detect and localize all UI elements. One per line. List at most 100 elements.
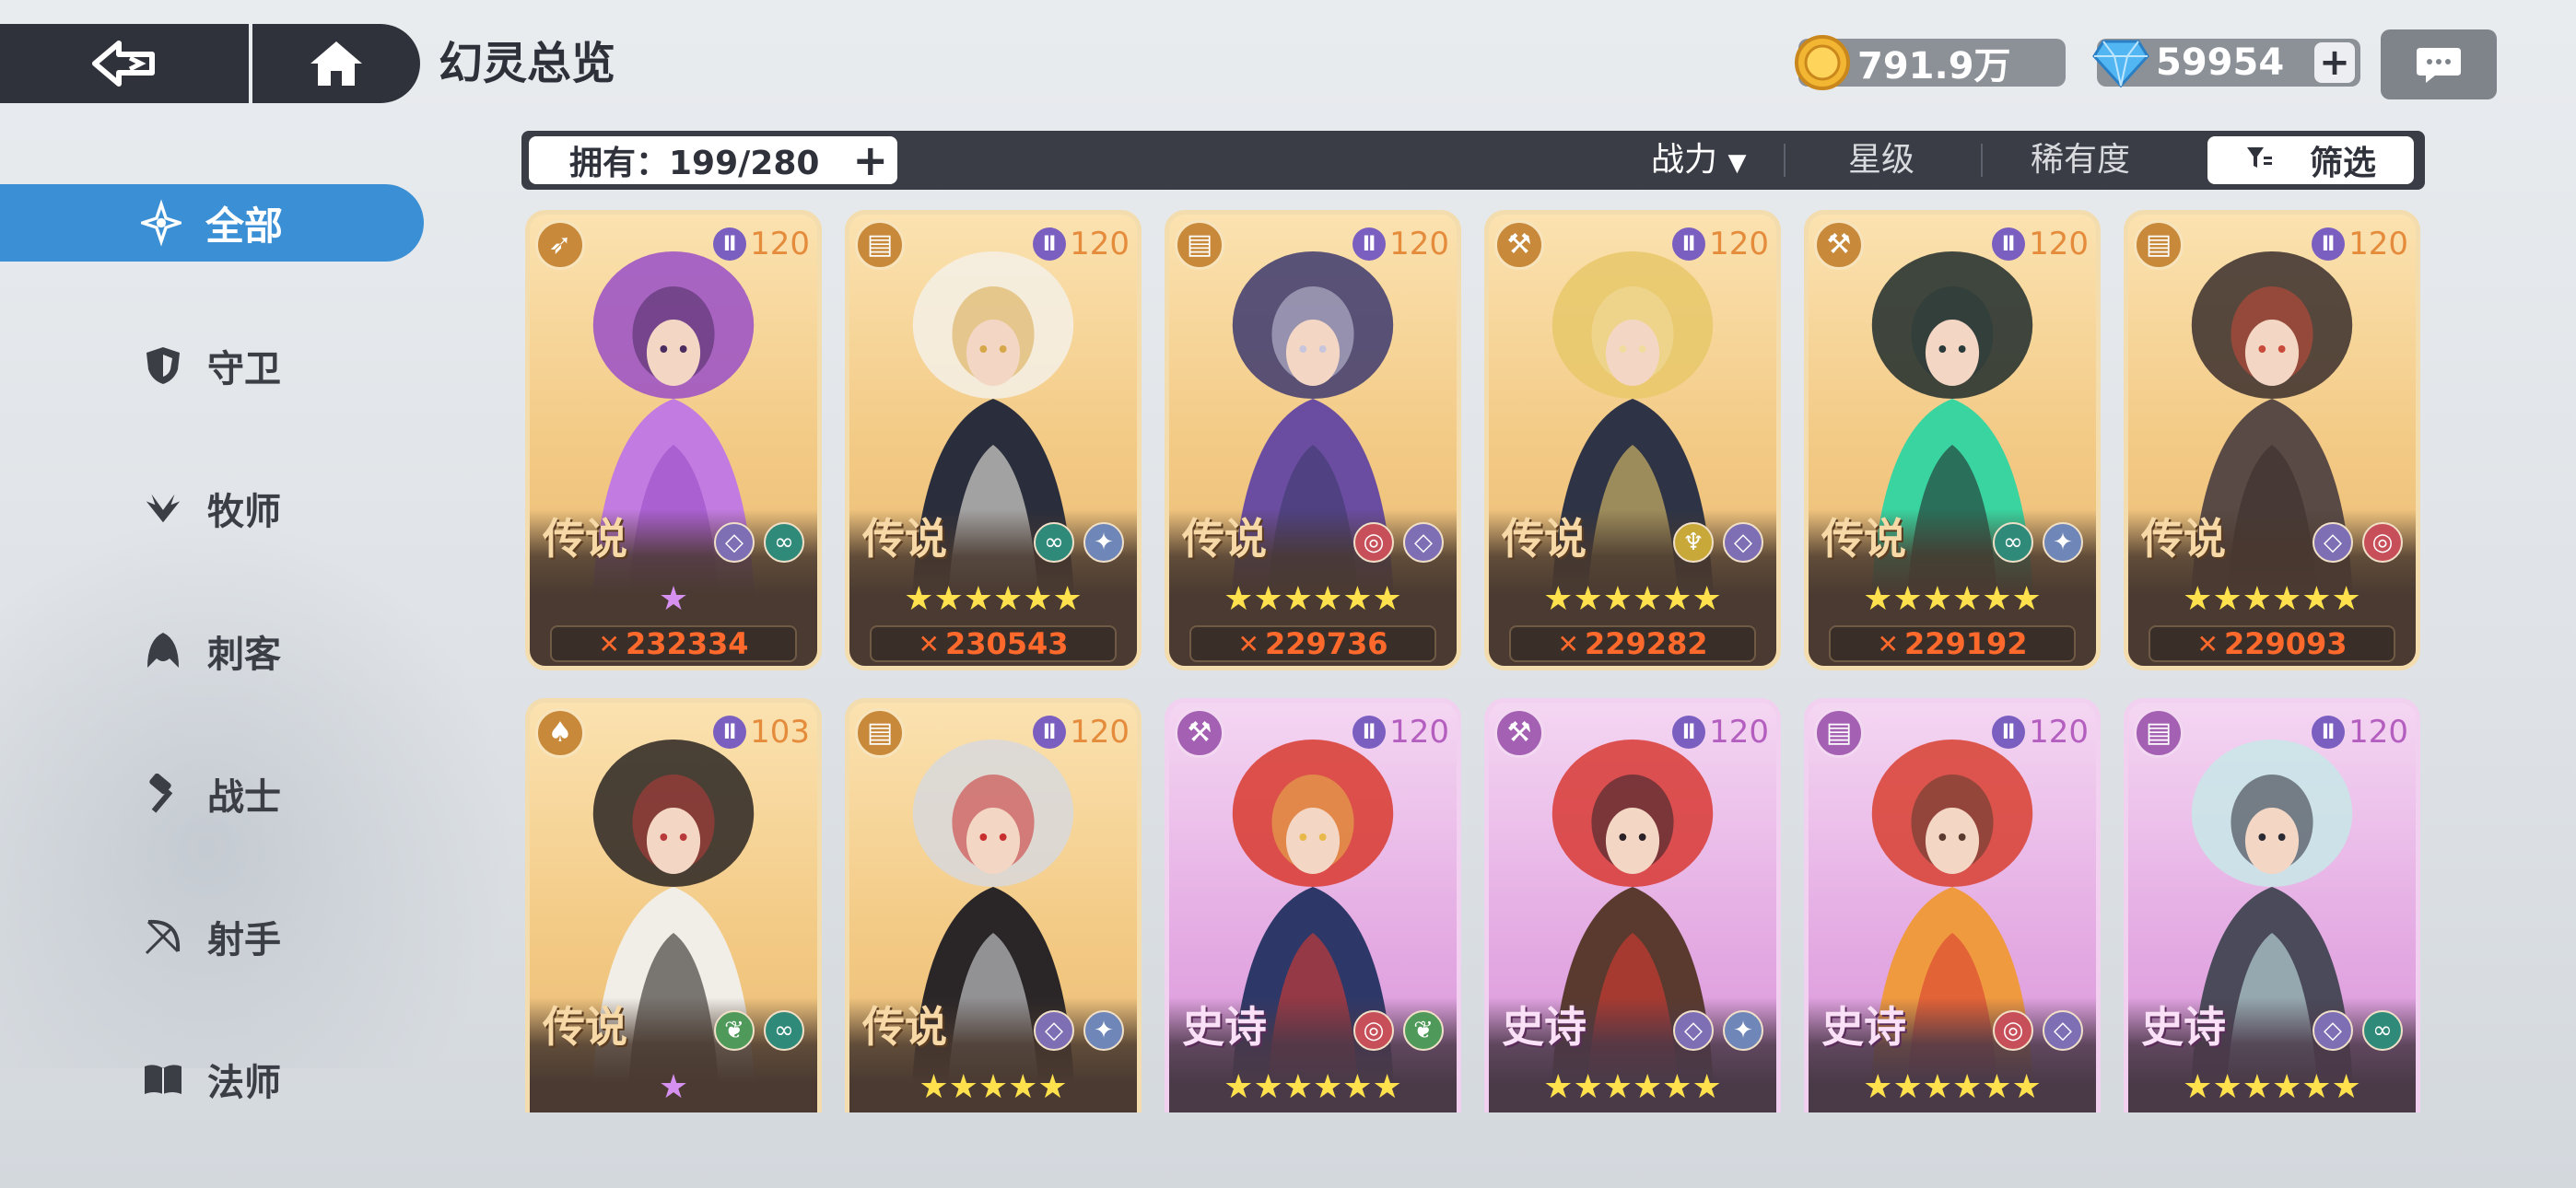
gold-amount: 791.9万 (1857, 45, 2011, 87)
element-badges: ◇ ◎ (2313, 522, 2403, 563)
star-rating: ★★★★★★ (904, 580, 1083, 618)
element-badges: ◎ ◇ (1353, 522, 1444, 563)
crossed-swords-icon: ✕ (1237, 628, 1259, 659)
sidebar-item-label: 守卫 (207, 348, 281, 390)
gold-coin-icon (1793, 33, 1852, 92)
sidebar-item-all[interactable]: 全部 (0, 184, 424, 262)
hero-card[interactable]: ▤ Ⅱ 120 传说 ◇ ✦ ★★★★★ (845, 698, 1142, 1112)
combat-power: ✕ 229093 (2149, 625, 2395, 662)
element-badge-icon: ◇ (2313, 522, 2353, 563)
element-badge-icon: ◇ (1673, 1010, 1714, 1051)
level-value: 103 (750, 714, 810, 751)
element-badges: ∞ ✦ (1034, 522, 1124, 563)
tier-badge: Ⅱ (1672, 227, 1706, 261)
power-value: 229282 (1584, 626, 1708, 661)
hero-card[interactable]: ⚒ Ⅱ 120 传说 ♆ ◇ ★★★★★★ ✕ 229282 (1484, 210, 1781, 670)
level-value: 120 (2348, 226, 2408, 262)
element-badge-icon: ◇ (2043, 1010, 2083, 1051)
home-button[interactable] (249, 24, 420, 103)
star-rating: ★★★★★★ (2183, 1068, 2361, 1106)
star-rating: ★★★★★★ (1224, 1068, 1402, 1106)
sidebar-item-warrior[interactable]: 战士 (0, 755, 424, 833)
hero-card[interactable]: ▤ Ⅱ 120 史诗 ◇ ∞ ★★★★★★ (2124, 698, 2420, 1112)
combat-power: ✕ 230543 (870, 625, 1117, 662)
add-gems-button[interactable]: + (2314, 42, 2355, 83)
owned-count-label: 拥有：199/280 (569, 145, 820, 182)
gem-amount: 59954 (2156, 41, 2285, 84)
hero-level: Ⅱ 120 (1352, 226, 1449, 262)
combat-power: ✕ 229282 (1509, 625, 1756, 662)
expand-capacity-icon[interactable]: + (852, 139, 888, 181)
rarity-label: 传说 (543, 514, 627, 564)
class-sidebar: 全部 守卫 牧师 刺客 战士 射手 法师 (0, 184, 426, 1183)
book-icon (143, 1059, 183, 1100)
sidebar-item-mage[interactable]: 法师 (0, 1041, 424, 1118)
tier-badge: Ⅱ (2312, 227, 2346, 261)
sort-by-star[interactable]: 星级 (1848, 140, 1914, 181)
sidebar-item-archer[interactable]: 射手 (0, 898, 424, 975)
book-icon: ▤ (855, 220, 905, 270)
tier-badge: Ⅱ (1672, 716, 1706, 749)
star-rating: ★★★★★ (919, 1068, 1068, 1106)
sort-by-power[interactable]: 战力 ▼ (1651, 140, 1746, 181)
hero-card[interactable]: ♠ Ⅱ 103 传说 ❦ ∞ ★ (525, 698, 822, 1112)
wings-icon (143, 488, 183, 529)
element-badge-icon: ◇ (2313, 1010, 2353, 1051)
hero-level: Ⅱ 120 (1992, 714, 2089, 751)
star-compass-icon (140, 199, 181, 247)
bow-icon: ➶ (535, 220, 585, 270)
diamond-icon (2091, 33, 2150, 92)
element-badge-icon: ◇ (1034, 1010, 1074, 1051)
hero-card[interactable]: ➶ Ⅱ 120 传说 ◇ ∞ ★ ✕ 232334 (525, 210, 822, 670)
hero-card[interactable]: ▤ Ⅱ 120 传说 ◎ ◇ ★★★★★★ ✕ 229736 (1165, 210, 1461, 670)
star-rating: ★ (658, 580, 689, 618)
element-badges: ◇ ∞ (714, 522, 804, 563)
chat-button[interactable] (2381, 29, 2497, 99)
tier-badge: Ⅱ (713, 227, 747, 261)
rarity-label: 传说 (1182, 514, 1267, 564)
gem-currency: 59954 + (2092, 39, 2360, 88)
level-value: 120 (1709, 714, 1769, 751)
rarity-label: 史诗 (2141, 1002, 2226, 1052)
element-badge-icon: ◇ (1723, 522, 1763, 563)
level-value: 120 (1389, 226, 1449, 262)
hero-card[interactable]: ▤ Ⅱ 120 史诗 ◎ ◇ ★★★★★★ (1804, 698, 2101, 1112)
element-badge-icon: ◎ (2362, 522, 2403, 563)
star-rating: ★★★★★★ (2183, 580, 2361, 618)
hero-card[interactable]: ▤ Ⅱ 120 传说 ∞ ✦ ★★★★★★ ✕ 230543 (845, 210, 1142, 670)
filter-icon (2245, 142, 2273, 180)
sidebar-item-priest[interactable]: 牧师 (0, 470, 424, 547)
level-value: 120 (1709, 226, 1769, 262)
level-value: 120 (1070, 226, 1130, 262)
star-rating: ★ (658, 1068, 689, 1106)
filter-button[interactable]: 筛选 (2207, 136, 2414, 184)
owned-count[interactable]: 拥有：199/280 + (529, 136, 897, 184)
bow-icon (143, 916, 183, 957)
hero-card[interactable]: ⚒ Ⅱ 120 史诗 ◎ ❦ ★★★★★★ (1165, 698, 1461, 1112)
sort-by-rarity[interactable]: 稀有度 (2031, 140, 2130, 181)
tier-badge: Ⅱ (713, 716, 747, 749)
sidebar-item-assassin[interactable]: 刺客 (0, 612, 424, 690)
element-badges: ♆ ◇ (1673, 522, 1763, 563)
sidebar-item-label: 刺客 (207, 634, 281, 676)
sidebar-item-label: 牧师 (207, 491, 281, 533)
sort-power-label: 战力 (1651, 141, 1718, 179)
sidebar-item-guardian[interactable]: 守卫 (0, 327, 424, 404)
hero-level: Ⅱ 120 (2312, 714, 2408, 751)
element-badges: ◎ ❦ (1353, 1010, 1444, 1051)
hero-level: Ⅱ 120 (1672, 714, 1769, 751)
element-badges: ◎ ◇ (1993, 1010, 2083, 1051)
caret-down-icon: ▼ (1727, 149, 1747, 177)
hero-card[interactable]: ⚒ Ⅱ 120 传说 ∞ ✦ ★★★★★★ ✕ 229192 (1804, 210, 2101, 670)
back-button[interactable] (0, 24, 249, 103)
level-value: 120 (1070, 714, 1130, 751)
element-badge-icon: ✦ (1083, 522, 1124, 563)
page-title: 幻灵总览 (439, 38, 616, 89)
element-badge-icon: ∞ (2362, 1010, 2403, 1051)
hammer-icon (143, 774, 183, 814)
level-value: 120 (2029, 226, 2089, 262)
level-value: 120 (2029, 714, 2089, 751)
element-badges: ❦ ∞ (714, 1010, 804, 1051)
hero-card[interactable]: ⚒ Ⅱ 120 史诗 ◇ ✦ ★★★★★★ (1484, 698, 1781, 1112)
hero-card[interactable]: ▤ Ⅱ 120 传说 ◇ ◎ ★★★★★★ ✕ 229093 (2124, 210, 2420, 670)
